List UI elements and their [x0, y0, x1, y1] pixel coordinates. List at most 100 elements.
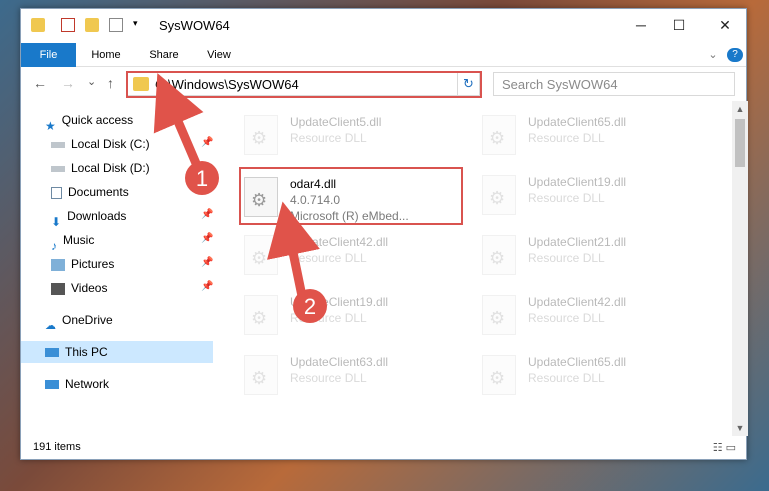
properties-icon[interactable] [61, 18, 75, 32]
dll-file-icon: ⚙ [244, 235, 278, 275]
nav-item-onedrive[interactable]: ☁ OneDrive [45, 309, 113, 332]
nav-label: OneDrive [62, 313, 113, 327]
maximize-button[interactable]: ☐ [669, 15, 689, 35]
search-input[interactable]: Search SysWOW64 [493, 72, 735, 96]
file-item[interactable]: ⚙ UpdateClient21.dll Resource DLL [476, 229, 706, 279]
file-item[interactable]: ⚙ UpdateClient65.dll Resource DLL [476, 109, 706, 159]
folder-icon[interactable] [31, 18, 45, 32]
file-type: Resource DLL [290, 371, 367, 385]
file-highlight-box [239, 167, 463, 225]
nav-label: Pictures [71, 257, 115, 271]
pin-icon: 📌 [201, 209, 214, 220]
dll-file-icon: ⚙ [244, 295, 278, 335]
up-button[interactable]: ↑ [107, 75, 114, 91]
vertical-scrollbar[interactable]: ▲ ▼ [732, 101, 748, 436]
new-folder-icon[interactable] [85, 18, 99, 32]
file-name: UpdateClient65.dll [528, 355, 627, 369]
download-icon: ⬇ [51, 214, 62, 229]
videos-icon [51, 282, 65, 295]
dll-file-icon: ⚙ [482, 175, 516, 215]
drive-icon [51, 141, 65, 148]
file-name: UpdateClient19.dll [290, 295, 389, 309]
tab-home[interactable]: Home [83, 43, 129, 67]
file-item[interactable]: ⚙ UpdateClient42.dll Resource DLL [476, 289, 706, 339]
view-options-icon[interactable] [109, 18, 123, 32]
file-item[interactable]: ⚙ UpdateClient42.dll Resource DLL [238, 229, 468, 279]
file-type: Resource DLL [290, 131, 367, 145]
file-name: UpdateClient21.dll [528, 235, 627, 249]
nav-label: Downloads [67, 209, 127, 223]
music-icon: ♪ [51, 238, 57, 253]
back-button[interactable]: ← [33, 75, 47, 91]
gear-icon: ⚙ [489, 248, 506, 268]
dll-file-icon: ⚙ [482, 355, 516, 395]
file-name: UpdateClient42.dll [528, 295, 627, 309]
gear-icon: ⚙ [489, 128, 506, 148]
nav-label: This PC [65, 345, 108, 359]
tab-file[interactable]: File [21, 43, 76, 67]
file-name: UpdateClient42.dll [290, 235, 389, 249]
gear-icon: ⚙ [251, 308, 268, 328]
drive-icon [51, 165, 65, 172]
view-toggle-icons[interactable]: ☷ ▭ [713, 441, 736, 454]
file-type: Resource DLL [290, 251, 367, 265]
nav-item-local-disk-d[interactable]: Local Disk (D:) [51, 157, 150, 179]
gear-icon: ⚙ [251, 368, 268, 388]
gear-icon: ⚙ [251, 248, 268, 268]
file-name: UpdateClient19.dll [528, 175, 627, 189]
forward-button[interactable]: → [61, 75, 75, 91]
pin-icon: 📌 [201, 137, 214, 148]
tab-share[interactable]: Share [141, 43, 187, 67]
explorer-window: ▾ SysWOW64 ─ ☐ ✕ File Home Share View ⌄ … [20, 8, 748, 460]
tab-view[interactable]: View [199, 43, 239, 67]
computer-icon [45, 348, 59, 358]
minimize-button[interactable]: ─ [631, 15, 651, 35]
file-item[interactable]: ⚙ UpdateClient19.dll Resource DLL [476, 169, 706, 219]
nav-item-quick-access[interactable]: ★ Quick access [45, 109, 134, 133]
pin-icon: 📌 [201, 281, 214, 292]
nav-label: Documents [68, 185, 129, 199]
gear-icon: ⚙ [489, 188, 506, 208]
nav-item-network[interactable]: Network [45, 373, 109, 395]
pin-icon: 📌 [201, 233, 214, 244]
nav-item-pictures[interactable]: Pictures [51, 253, 114, 275]
nav-item-downloads[interactable]: ⬇ Downloads [51, 205, 127, 229]
navigation-pane: ★ Quick access Local Disk (C:) 📌 Local Di… [21, 101, 213, 436]
status-bar: 191 items ☷ ▭ [21, 437, 746, 459]
nav-label: Quick access [61, 113, 134, 127]
file-name: UpdateClient65.dll [528, 115, 627, 129]
file-type: Resource DLL [528, 371, 605, 385]
file-item[interactable]: ⚙ UpdateClient5.dll Resource DLL [238, 109, 468, 159]
search-placeholder: Search SysWOW64 [502, 77, 618, 92]
file-item[interactable]: ⚙ UpdateClient19.dll Resource DLL [238, 289, 468, 339]
pin-icon: 📌 [201, 257, 214, 268]
file-type: Resource DLL [528, 131, 605, 145]
nav-label: Videos [71, 281, 108, 295]
nav-label: Local Disk (C:) [71, 137, 150, 151]
file-item[interactable]: ⚙ UpdateClient63.dll Resource DLL [238, 349, 468, 399]
dll-file-icon: ⚙ [244, 355, 278, 395]
scroll-up-arrow[interactable]: ▲ [732, 101, 748, 117]
scroll-down-arrow[interactable]: ▼ [732, 420, 748, 436]
nav-item-this-pc[interactable]: This PC [45, 341, 108, 363]
window-title: SysWOW64 [159, 18, 230, 33]
network-icon [45, 380, 59, 390]
recent-locations-button[interactable]: ⌄ [87, 75, 96, 88]
help-button[interactable]: ? [727, 48, 743, 62]
file-name: UpdateClient5.dll [290, 115, 382, 129]
dll-file-icon: ⚙ [482, 295, 516, 335]
chevron-down-icon[interactable]: ▾ [133, 18, 147, 32]
nav-item-videos[interactable]: Videos [51, 277, 107, 299]
file-item[interactable]: ⚙ UpdateClient65.dll Resource DLL [476, 349, 706, 399]
scroll-thumb[interactable] [735, 119, 745, 167]
nav-item-documents[interactable]: Documents [51, 181, 129, 203]
file-type: Resource DLL [528, 191, 605, 205]
pictures-icon [51, 258, 65, 271]
title-bar: ▾ SysWOW64 ─ ☐ ✕ [21, 9, 746, 43]
close-button[interactable]: ✕ [715, 15, 735, 35]
ribbon-expand-button[interactable]: ⌄ [705, 43, 721, 67]
star-icon: ★ [45, 118, 56, 133]
nav-item-local-disk-c[interactable]: Local Disk (C:) [51, 133, 150, 155]
nav-item-music[interactable]: ♪ Music [51, 229, 94, 253]
ribbon-tabs: File Home Share View ⌄ ? [21, 43, 746, 67]
